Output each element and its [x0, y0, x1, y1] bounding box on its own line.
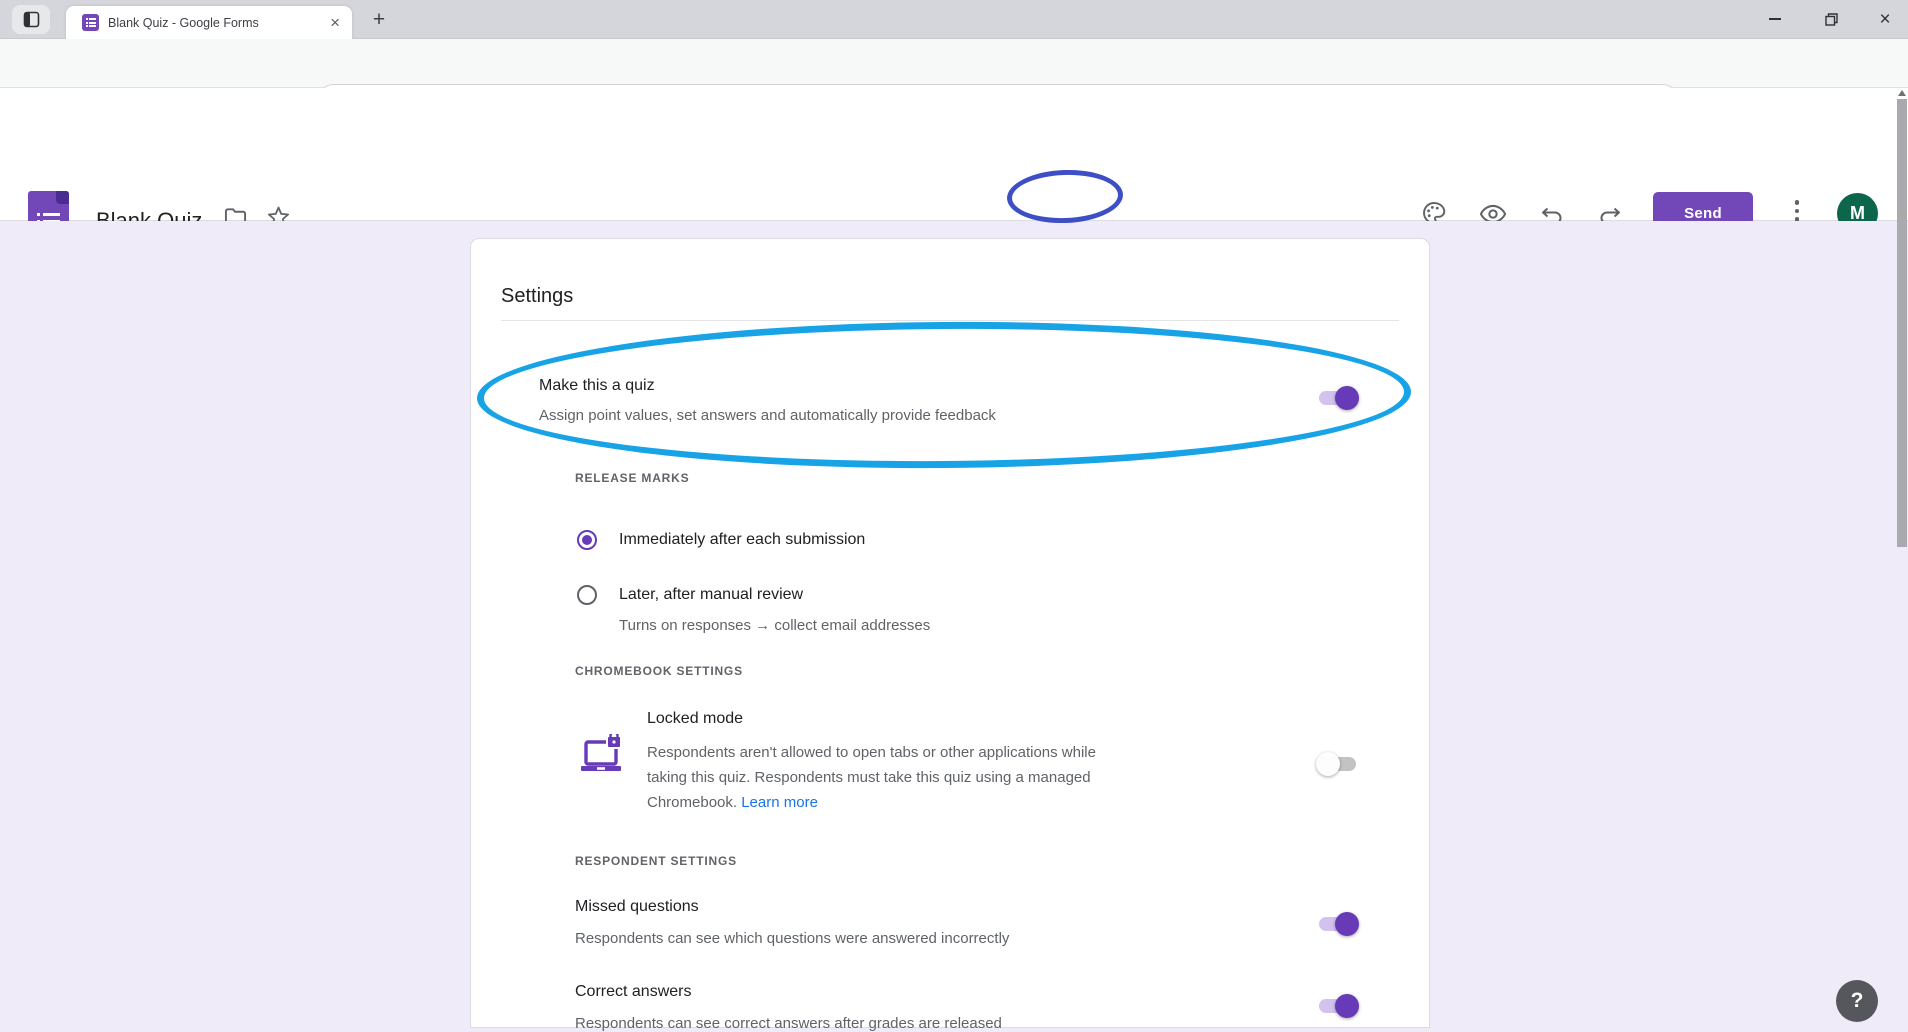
locked-mode-description: Respondents aren't allowed to open tabs … [647, 740, 1119, 815]
scroll-up-arrow-icon[interactable] [1898, 90, 1906, 96]
settings-card: Settings Make this a quiz Assign point v… [470, 238, 1430, 1028]
missed-questions-toggle[interactable] [1319, 917, 1356, 931]
settings-page: Settings Make this a quiz Assign point v… [0, 221, 1908, 1022]
divider [501, 320, 1399, 321]
google-forms-favicon [82, 14, 99, 31]
radio-later-sublabel: Turns on responses → collect email addre… [619, 617, 930, 634]
quiz-toggle[interactable] [1319, 391, 1356, 405]
locked-mode-title: Locked mode [647, 710, 743, 728]
respondent-settings-label: RESPONDENT SETTINGS [575, 854, 737, 868]
window-restore-button[interactable] [1808, 0, 1854, 38]
locked-mode-icon [579, 734, 627, 783]
radio-immediately-label[interactable]: Immediately after each submission [619, 531, 865, 549]
window-minimize-button[interactable] [1752, 0, 1798, 38]
settings-heading: Settings [501, 285, 573, 308]
help-button[interactable]: ? [1836, 980, 1878, 1022]
quiz-toggle-subtitle: Assign point values, set answers and aut… [539, 407, 996, 424]
window-close-button[interactable]: × [1862, 0, 1908, 38]
tab-workspaces-button[interactable] [12, 5, 50, 34]
learn-more-link[interactable]: Learn more [741, 794, 818, 811]
forms-header: Blank Quiz [0, 88, 1908, 221]
missed-questions-title: Missed questions [575, 898, 699, 916]
minimize-icon [1769, 18, 1781, 20]
quiz-toggle-title: Make this a quiz [539, 377, 655, 395]
radio-later[interactable] [577, 585, 597, 605]
workspaces-icon [23, 11, 40, 28]
restore-icon [1825, 13, 1838, 26]
release-marks-label: RELEASE MARKS [575, 471, 689, 485]
missed-questions-subtitle: Respondents can see which questions were… [575, 930, 1009, 947]
tab-title: Blank Quiz - Google Forms [108, 16, 324, 30]
radio-immediately[interactable] [577, 530, 597, 550]
correct-answers-toggle[interactable] [1319, 999, 1356, 1013]
browser-toolbar: ← → https://docs.google.com/forms/d/1OKC… [0, 39, 1908, 88]
correct-answers-title: Correct answers [575, 983, 691, 1001]
browser-tab-strip: Blank Quiz - Google Forms × + × [0, 0, 1908, 39]
correct-answers-subtitle: Respondents can see correct answers afte… [575, 1015, 1002, 1032]
new-tab-button[interactable]: + [366, 8, 392, 34]
chromebook-settings-label: CHROMEBOOK SETTINGS [575, 664, 743, 678]
locked-mode-toggle[interactable] [1319, 757, 1356, 771]
tab-close-icon[interactable]: × [330, 14, 340, 31]
radio-later-label[interactable]: Later, after manual review [619, 586, 803, 604]
browser-tab[interactable]: Blank Quiz - Google Forms × [66, 6, 352, 39]
scrollbar-thumb[interactable] [1897, 99, 1907, 547]
close-icon: × [1879, 10, 1890, 29]
page-scrollbar[interactable] [1896, 88, 1908, 1022]
